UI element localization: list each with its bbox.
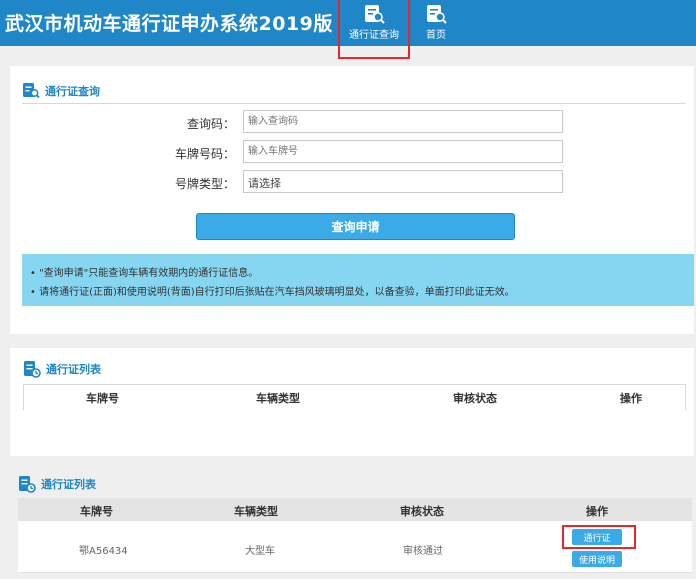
plate-type-label: 号牌类型： [174, 177, 235, 191]
section-title-list: 通行证列表 [46, 363, 101, 376]
column-header-plate: 车牌号 [80, 505, 113, 518]
plate-number-label: 车牌号码： [174, 147, 235, 161]
section-divider [22, 103, 686, 104]
column-header-status: 审核状态 [453, 392, 497, 405]
section-title-list-2: 通行证列表 [41, 478, 96, 491]
section-heading-list-2: 通行证列表 [18, 475, 96, 493]
cell-status: 审核通过 [403, 546, 443, 557]
section-title-query: 通行证查询 [45, 84, 100, 98]
document-search-icon [365, 5, 385, 24]
document-search-icon [427, 5, 447, 24]
form-row-plate-number: 车牌号码： [10, 140, 694, 164]
query-code-label: 查询码： [186, 117, 235, 131]
column-header-actions: 操作 [586, 505, 608, 518]
highlight-box [562, 525, 636, 549]
notice-line-2: • 请将通行证(正面)和使用说明(背面)自行打印后张贴在汽车挡风玻璃明显处，以备… [30, 287, 515, 298]
table-header-row: 车牌号 车辆类型 审核状态 操作 [18, 498, 692, 521]
document-list-icon [24, 361, 41, 378]
section-heading-query: 通行证查询 [22, 82, 100, 99]
app-title: 武汉市机动车通行证申办系统2019版 [5, 13, 333, 35]
nav-tab-permit-query[interactable]: 通行证查询 [338, 0, 410, 59]
column-header-vehicle-type: 车辆类型 [234, 505, 278, 518]
form-row-query-code: 查询码： [10, 110, 694, 134]
table-border-left [23, 384, 24, 410]
table-border-right [685, 384, 686, 410]
nav-tab-home[interactable]: 首页 [414, 0, 458, 46]
plate-type-select[interactable]: 请选择 [243, 170, 563, 193]
notice-text-2: 请将通行证(正面)和使用说明(背面)自行打印后张贴在汽车挡风玻璃明显处，以备查验… [39, 287, 515, 298]
column-header-plate: 车牌号 [86, 392, 119, 405]
usage-instructions-button[interactable]: 使用说明 [572, 551, 622, 567]
permit-list-panel: 通行证列表 车牌号 车辆类型 审核状态 操作 [10, 348, 694, 456]
query-submit-button[interactable]: 查询申请 [196, 213, 515, 240]
nav-label-permit-query: 通行证查询 [349, 30, 399, 41]
cell-plate: 鄂A56434 [79, 546, 128, 557]
column-header-status: 审核状态 [400, 505, 444, 518]
column-header-vehicle-type: 车辆类型 [256, 392, 300, 405]
column-header-actions: 操作 [620, 392, 642, 405]
plate-number-input[interactable] [243, 140, 563, 163]
nav-label-home: 首页 [426, 30, 446, 41]
section-divider [23, 384, 686, 385]
notice-line-1: • "查询申请"只能查询车辆有效期内的通行证信息。 [30, 268, 259, 279]
permit-query-panel: 通行证查询 查询码： 车牌号码： 号牌类型： 请选择 查询申请 • "查询申请"… [10, 66, 694, 334]
document-search-icon [23, 83, 40, 99]
cell-vehicle-type: 大型车 [245, 546, 275, 557]
notice-box: • "查询申请"只能查询车辆有效期内的通行证信息。 • 请将通行证(正面)和使用… [22, 254, 694, 306]
section-heading-list: 通行证列表 [23, 360, 101, 378]
query-code-input[interactable] [243, 110, 563, 133]
top-header: 武汉市机动车通行证申办系统2019版 通行证查询 首页 [0, 0, 696, 59]
document-list-icon [19, 476, 36, 493]
notice-text-1: "查询申请"只能查询车辆有效期内的通行证信息。 [39, 268, 259, 279]
form-row-plate-type: 号牌类型： 请选择 [10, 170, 694, 194]
